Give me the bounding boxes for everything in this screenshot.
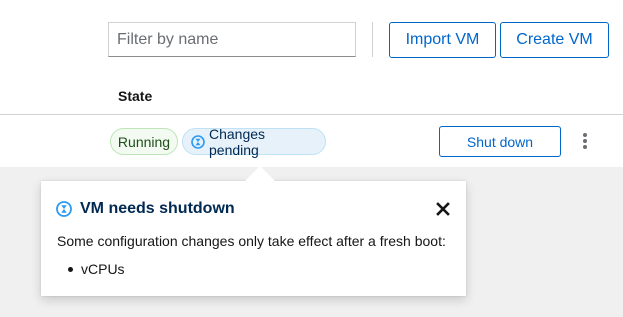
- bullet-icon: [68, 266, 73, 272]
- filter-input[interactable]: [108, 22, 356, 57]
- popover-arrow: [245, 166, 275, 181]
- list-item-label: vCPUs: [81, 261, 125, 277]
- changes-pending-label: Changes pending: [209, 125, 266, 158]
- header-divider: [0, 114, 623, 115]
- create-vm-button[interactable]: Create VM: [500, 22, 609, 58]
- shutdown-popover: VM needs shutdown Some configuration cha…: [41, 181, 466, 296]
- status-badge-label: Running: [117, 133, 171, 150]
- shut-down-button[interactable]: Shut down: [439, 126, 561, 157]
- list-item: vCPUs: [68, 261, 125, 277]
- changes-pending-badge[interactable]: Changes pending: [182, 125, 326, 158]
- hourglass-icon: [191, 134, 205, 149]
- hourglass-icon: [56, 201, 72, 217]
- kebab-icon[interactable]: [578, 130, 592, 152]
- popover-title: VM needs shutdown: [80, 200, 235, 217]
- status-badge-running: Running: [110, 128, 178, 155]
- close-icon[interactable]: [436, 202, 450, 216]
- import-vm-button[interactable]: Import VM: [389, 22, 496, 58]
- column-header-state[interactable]: State: [118, 88, 152, 104]
- popover-header: VM needs shutdown: [56, 200, 235, 218]
- popover-body: Some configuration changes only take eff…: [57, 233, 446, 249]
- vm-list-panel: Import VM Create VM State Running Change…: [0, 0, 623, 167]
- toolbar-divider: [372, 22, 373, 57]
